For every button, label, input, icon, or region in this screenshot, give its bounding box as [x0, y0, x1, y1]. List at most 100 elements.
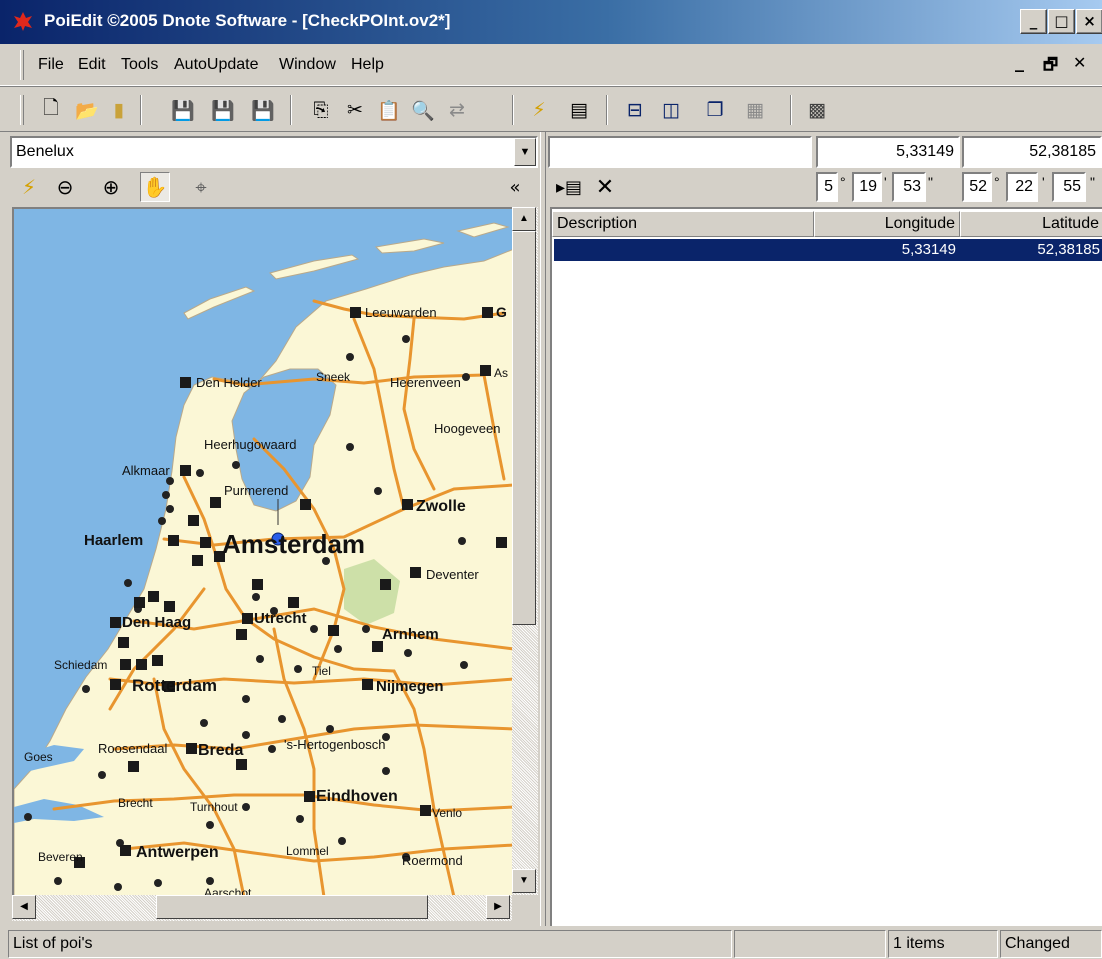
toolbar-separator: [606, 95, 608, 125]
hand-icon[interactable]: ✋: [140, 172, 170, 202]
lon-seconds-field[interactable]: 53: [892, 172, 926, 202]
properties-icon[interactable]: ▤: [564, 95, 594, 125]
mdi-minimize-button[interactable]: _: [1015, 52, 1024, 73]
chevron-down-icon[interactable]: ▼: [514, 138, 536, 166]
scroll-right-button[interactable]: ▶: [486, 895, 510, 919]
city-label: Venlo: [432, 806, 462, 820]
status-item-count: 1 items: [888, 930, 998, 958]
tile-vertical-icon[interactable]: ◫: [656, 95, 686, 125]
city-label: Heerenveen: [390, 375, 461, 390]
status-changed: Changed: [1000, 930, 1102, 958]
mdi-close-button[interactable]: ✕: [1073, 53, 1086, 72]
city-label: Den Haag: [122, 614, 191, 631]
save-as-icon[interactable]: 💾: [208, 95, 238, 125]
lat-seconds-field[interactable]: 55: [1052, 172, 1086, 202]
scroll-left-button[interactable]: ◀: [12, 895, 36, 919]
lightning-icon[interactable]: ⚡: [14, 172, 44, 202]
scroll-thumb[interactable]: [512, 231, 536, 625]
arrange-icon[interactable]: ▦: [740, 95, 770, 125]
table-row[interactable]: 5,33149 52,38185: [554, 239, 1102, 261]
menu-tools[interactable]: Tools: [121, 56, 158, 74]
region-select[interactable]: Benelux ▼: [10, 136, 538, 168]
replace-icon[interactable]: ⇄: [442, 95, 472, 125]
mdi-restore-button[interactable]: 🗗: [1043, 54, 1058, 81]
city-label: Schiedam: [54, 658, 107, 672]
scroll-up-button[interactable]: ▲: [512, 207, 536, 231]
maximize-button[interactable]: □: [1048, 9, 1075, 34]
menu-autoupdate[interactable]: AutoUpdate: [174, 56, 259, 74]
import-icon[interactable]: ▸▤: [554, 172, 584, 202]
status-bar: List of poi's 1 items Changed: [0, 928, 1102, 959]
city-label: Haarlem: [84, 532, 143, 549]
menu-grip[interactable]: [20, 50, 24, 80]
scroll-thumb[interactable]: [156, 895, 428, 919]
lat-degrees-field[interactable]: 52: [962, 172, 992, 202]
gps-device-icon[interactable]: ▮: [104, 95, 134, 125]
app-icon: [14, 12, 32, 31]
column-header-description[interactable]: Description: [552, 211, 814, 237]
magnifier-icon[interactable]: 🔍: [408, 95, 438, 125]
scroll-corner: [512, 895, 538, 921]
delete-icon[interactable]: ✕: [590, 172, 620, 202]
zoom-in-icon[interactable]: ⊕: [96, 172, 126, 202]
menu-help[interactable]: Help: [351, 56, 384, 74]
column-header-latitude[interactable]: Latitude: [960, 211, 1102, 237]
crosshair-icon[interactable]: ⌖: [186, 172, 216, 202]
paste-icon[interactable]: 📋: [374, 95, 404, 125]
longitude-field[interactable]: 5,33149: [816, 136, 960, 168]
map-canvas[interactable]: Leeuwarden Den Helder Sneek Heerenveen H…: [14, 209, 512, 895]
city-label: Roosendaal: [98, 741, 167, 756]
menu-bar: File Edit Tools AutoUpdate Window Help _…: [0, 44, 1102, 86]
map-horizontal-scrollbar[interactable]: ◀ ▶: [12, 895, 512, 921]
city-label: Brecht: [118, 796, 153, 810]
cell-longitude: 5,33149: [901, 241, 956, 258]
scissors-icon[interactable]: ✂: [340, 95, 370, 125]
city-label: Sneek: [316, 370, 351, 384]
city-label: 's-Hertogenbosch: [284, 737, 385, 752]
collapse-panel-button[interactable]: «: [500, 172, 530, 202]
city-label: Turnhout: [190, 800, 238, 814]
city-label: Utrecht: [254, 610, 307, 627]
city-label: Alkmaar: [122, 463, 170, 478]
degree-symbol: °: [994, 174, 1000, 190]
map-vertical-scrollbar[interactable]: ▲ ▼: [512, 207, 538, 895]
cascade-icon[interactable]: ❐: [700, 95, 730, 125]
second-symbol: ": [1090, 174, 1095, 190]
lon-degrees-field[interactable]: 5: [816, 172, 838, 202]
lon-minutes-field[interactable]: 19: [852, 172, 882, 202]
menu-file[interactable]: File: [38, 56, 64, 74]
minute-symbol: ': [1042, 174, 1045, 190]
scroll-down-button[interactable]: ▼: [512, 869, 536, 893]
menu-edit[interactable]: Edit: [78, 56, 106, 74]
copy-icon[interactable]: ⎘: [306, 95, 336, 125]
panel-splitter[interactable]: [540, 132, 546, 926]
column-header-longitude[interactable]: Longitude: [814, 211, 960, 237]
poi-list[interactable]: Description Longitude Latitude 5,33149 5…: [550, 207, 1102, 926]
close-button[interactable]: ×: [1076, 9, 1102, 34]
folder-open-icon[interactable]: 📂: [72, 95, 102, 125]
city-label: Leeuwarden: [365, 305, 437, 320]
degree-symbol: °: [840, 174, 846, 190]
second-symbol: ": [928, 174, 933, 190]
city-label: Eindhoven: [316, 788, 398, 805]
save-all-icon[interactable]: 💾: [248, 95, 278, 125]
new-file-icon[interactable]: 🗋: [36, 95, 66, 125]
tile-horizontal-icon[interactable]: ⊟: [620, 95, 650, 125]
toolbar-separator: [140, 95, 142, 125]
zoom-out-icon[interactable]: ⊖: [50, 172, 80, 202]
map-view[interactable]: Leeuwarden Den Helder Sneek Heerenveen H…: [12, 207, 512, 895]
save-icon[interactable]: 💾: [168, 95, 198, 125]
latitude-field[interactable]: 52,38185: [962, 136, 1102, 168]
lat-minutes-field[interactable]: 22: [1006, 172, 1038, 202]
city-label: Den Helder: [196, 375, 262, 390]
search-field[interactable]: [548, 136, 812, 168]
city-label: Purmerend: [224, 483, 288, 498]
lightning-icon[interactable]: ⚡: [524, 95, 554, 125]
window-title: PoiEdit ©2005 Dnote Software - [CheckPOI…: [44, 11, 451, 30]
city-label: Tiel: [312, 664, 331, 678]
toolbar-grip[interactable]: [20, 95, 24, 125]
minimize-button[interactable]: _: [1020, 9, 1047, 34]
menu-window[interactable]: Window: [279, 56, 336, 74]
calculator-icon[interactable]: ▩: [802, 95, 832, 125]
dms-inputs: 5 ° 19 ' 53 " 52 ° 22 ' 55 ": [816, 172, 1102, 202]
